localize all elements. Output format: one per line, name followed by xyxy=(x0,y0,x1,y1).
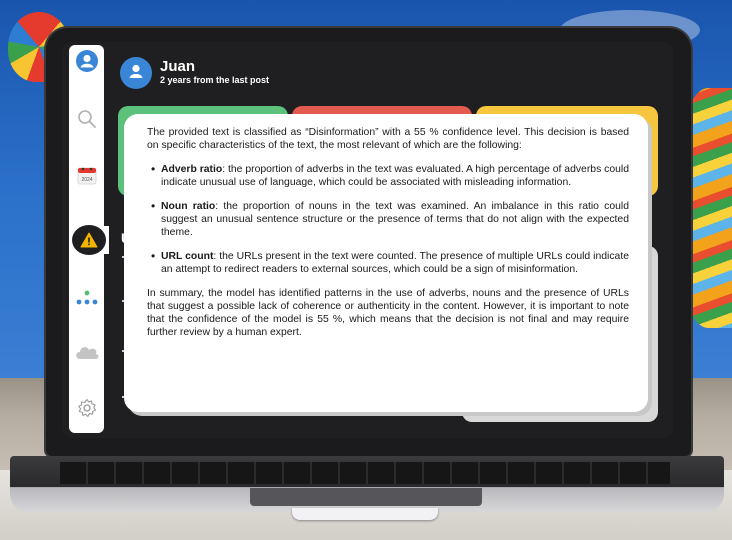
list-item: Adverb ratio: the proportion of adverbs … xyxy=(147,163,629,189)
sidebar-item-search[interactable] xyxy=(69,109,104,133)
calendar-year-label: 2024 xyxy=(81,177,92,183)
modal-intro: The provided text is classified as “Disi… xyxy=(147,127,629,151)
calendar-icon: 2024 xyxy=(77,166,97,191)
list-item: Noun ratio: the proportion of nouns in t… xyxy=(147,200,629,239)
laptop-trackpad xyxy=(250,488,482,506)
laptop-lip xyxy=(292,508,438,520)
user-icon xyxy=(126,61,146,86)
sidebar-item-calendar[interactable]: 2024 xyxy=(69,165,104,191)
feature-name: Adverb ratio xyxy=(161,164,223,175)
feature-name: Noun ratio xyxy=(161,201,216,212)
sidebar-item-network[interactable] xyxy=(69,289,104,311)
feature-name: URL count xyxy=(161,251,214,262)
sidebar-item-settings[interactable] xyxy=(69,398,104,423)
laptop-keyboard xyxy=(60,462,670,484)
sidebar-item-cloud[interactable] xyxy=(69,343,104,365)
explanation-modal: The provided text is classified as “Disi… xyxy=(124,114,648,412)
feature-list: Adverb ratio: the proportion of adverbs … xyxy=(147,163,629,276)
user-icon xyxy=(75,49,98,77)
feature-description: : the URLs present in the text were coun… xyxy=(161,251,629,275)
sidebar-item-warnings[interactable] xyxy=(72,225,106,255)
avatar[interactable] xyxy=(120,57,152,89)
search-icon xyxy=(77,109,97,134)
feature-description: : the proportion of adverbs in the text … xyxy=(161,164,630,188)
cloud-icon xyxy=(74,344,100,365)
feature-description: : the proportion of nouns in the text wa… xyxy=(161,201,630,238)
warning-icon xyxy=(80,232,98,253)
user-name: Juan xyxy=(160,58,196,75)
sidebar-item-profile[interactable] xyxy=(69,49,104,77)
list-item: URL count: the URLs present in the text … xyxy=(147,250,629,276)
gear-icon xyxy=(77,398,97,423)
user-last-post: 2 years from the last post xyxy=(160,75,270,85)
modal-summary: In summary, the model has identified pat… xyxy=(147,288,629,338)
network-icon xyxy=(75,290,99,311)
